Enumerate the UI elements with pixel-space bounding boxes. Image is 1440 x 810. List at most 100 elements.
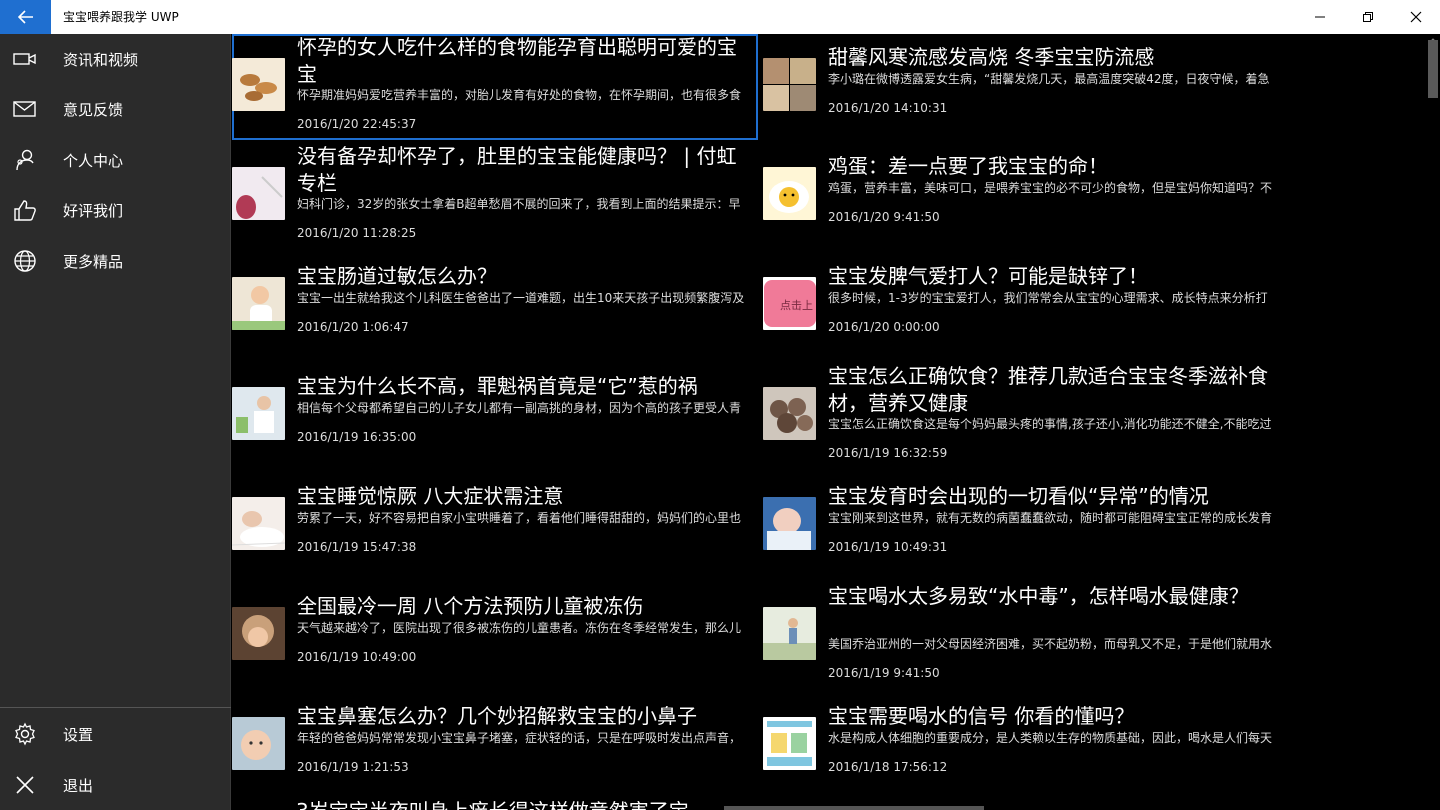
article-card[interactable]: 宝宝为什么长不高，罪魁祸首竟是“它”惹的祸 相信每个父母都希望自己的儿子女儿都有… — [232, 363, 758, 469]
article-title: 宝宝睡觉惊厥 八大症状需注意 — [297, 484, 564, 508]
article-grid: 怀孕的女人吃什么样的食物能孕育出聪明可爱的宝宝 怀孕期准妈妈爱吃营养丰富的，对胎… — [232, 34, 1440, 810]
article-time: 2016/1/19 16:32:59 — [828, 446, 948, 460]
sidebar: 资讯和视频 意见反馈 个人中心 好评我们 更多精品 设置 退出 — [0, 34, 231, 810]
sidebar-item-rate-us[interactable]: 好评我们 — [0, 185, 231, 235]
sidebar-item-settings[interactable]: 设置 — [0, 709, 231, 759]
article-thumbnail — [232, 717, 285, 770]
back-arrow-icon — [17, 10, 33, 24]
article-time: 2016/1/18 17:56:12 — [828, 760, 948, 774]
article-time: 2016/1/20 9:41:50 — [828, 210, 940, 224]
sidebar-item-exit[interactable]: 退出 — [0, 760, 231, 810]
article-summary: 相信每个父母都希望自己的儿子女儿都有一副高挑的身材，因为个高的孩子更受人青 — [297, 401, 742, 415]
article-title: 没有备孕却怀孕了，肚里的宝宝能健康吗？ | 付虹专栏 — [297, 144, 737, 195]
restore-icon — [1363, 12, 1373, 22]
sidebar-item-more-apps[interactable]: 更多精品 — [0, 236, 231, 286]
user-icon — [12, 147, 38, 173]
article-title: 宝宝鼻塞怎么办？几个妙招解救宝宝的小鼻子 — [297, 704, 697, 728]
article-time: 2016/1/20 14:10:31 — [828, 101, 948, 115]
mail-icon — [12, 96, 38, 122]
article-thumbnail — [232, 387, 285, 440]
article-time: 2016/1/20 11:28:25 — [297, 226, 417, 240]
article-title-partial[interactable]: 3岁宝宝半夜叫身上痒长得这样做竟然害了宝 — [296, 798, 716, 810]
article-card[interactable]: 点击上 宝宝发脾气爱打人？可能是缺锌了！ 很多时候，1-3岁的宝宝爱打人，我们常… — [763, 253, 1289, 359]
article-thumbnail — [232, 497, 285, 550]
article-card[interactable]: 宝宝发育时会出现的一切看似“异常”的情况 宝宝刚来到这世界，就有无数的病菌蠢蠢欲… — [763, 473, 1289, 579]
vertical-scrollbar[interactable] — [1426, 34, 1440, 810]
article-title: 宝宝喝水太多易致“水中毒”，怎样喝水最健康？ — [828, 584, 1249, 608]
article-card[interactable]: 宝宝怎么正确饮食？推荐几款适合宝宝冬季滋补食材，营养又健康 宝宝怎么正确饮食这是… — [763, 363, 1289, 469]
minimize-button[interactable] — [1296, 0, 1344, 34]
article-title: 宝宝肠道过敏怎么办？ — [297, 264, 497, 288]
article-card[interactable]: 鸡蛋：差一点要了我宝宝的命！ 鸡蛋，营养丰富，美味可口，是喂养宝宝的必不可少的食… — [763, 143, 1289, 249]
article-card[interactable]: 甜馨风寒流感发高烧 冬季宝宝防流感 李小璐在微博透露爱女生病，“甜馨发烧几天，最… — [763, 34, 1289, 140]
article-thumbnail — [232, 607, 285, 660]
article-title: 宝宝发育时会出现的一切看似“异常”的情况 — [828, 484, 1209, 508]
article-card[interactable]: 宝宝喝水太多易致“水中毒”，怎样喝水最健康？ 美国乔治亚州的一对父母因经济困难，… — [763, 583, 1289, 689]
article-summary: 很多时候，1-3岁的宝宝爱打人，我们常常会从宝宝的心理需求、成长特点来分析打 — [828, 291, 1268, 305]
article-time: 2016/1/20 1:06:47 — [297, 320, 409, 334]
video-camera-icon — [12, 46, 38, 72]
thumbs-up-icon — [12, 197, 38, 223]
article-summary: 宝宝刚来到这世界，就有无数的病菌蠢蠢欲动，随时都可能阻碍宝宝正常的成长发育 — [828, 511, 1273, 525]
article-summary: 劳累了一天，好不容易把自家小宝哄睡着了，看着他们睡得甜甜的，妈妈们的心里也 — [297, 511, 742, 525]
close-icon — [12, 772, 38, 798]
article-time: 2016/1/19 15:47:38 — [297, 540, 417, 554]
sidebar-item-label: 意见反馈 — [63, 100, 124, 119]
scrollbar-thumb[interactable] — [1428, 40, 1438, 98]
globe-icon — [12, 248, 38, 274]
sidebar-item-feedback[interactable]: 意见反馈 — [0, 84, 231, 134]
close-icon — [1410, 11, 1422, 23]
sidebar-item-label: 设置 — [63, 725, 94, 744]
article-card[interactable]: 宝宝鼻塞怎么办？几个妙招解救宝宝的小鼻子 年轻的爸爸妈妈常常发现小宝宝鼻子堵塞，… — [232, 693, 758, 799]
app-title: 宝宝喂养跟我学 UWP — [63, 10, 179, 24]
sidebar-item-news-video[interactable]: 资讯和视频 — [0, 34, 231, 84]
minimize-icon — [1315, 16, 1325, 18]
article-thumbnail: 点击上 — [763, 277, 816, 330]
article-title: 宝宝为什么长不高，罪魁祸首竟是“它”惹的祸 — [297, 374, 698, 398]
article-summary: 年轻的爸爸妈妈常常发现小宝宝鼻子堵塞，症状轻的话，只是在呼吸时发出点声音， — [297, 731, 742, 745]
article-summary: 天气越来越冷了，医院出现了很多被冻伤的儿童患者。冻伤在冬季经常发生，那么儿 — [297, 621, 742, 635]
article-summary: 水是构成人体细胞的重要成分，是人类赖以生存的物质基础，因此，喝水是人们每天 — [828, 731, 1273, 745]
gear-icon — [12, 721, 38, 747]
article-card[interactable]: 宝宝肠道过敏怎么办？ 宝宝一出生就给我这个儿科医生爸爸出了一道难题，出生10来天… — [232, 253, 758, 359]
article-title: 甜馨风寒流感发高烧 冬季宝宝防流感 — [828, 45, 1155, 69]
article-time: 2016/1/19 9:41:50 — [828, 666, 940, 680]
article-thumbnail — [763, 58, 816, 111]
sidebar-item-label: 个人中心 — [63, 151, 124, 170]
article-time: 2016/1/19 10:49:00 — [297, 650, 417, 664]
article-summary: 怀孕期准妈妈爱吃营养丰富的，对胎儿发育有好处的食物，在怀孕期间，也有很多食 — [297, 88, 742, 102]
close-window-button[interactable] — [1392, 0, 1440, 34]
sidebar-item-label: 好评我们 — [63, 201, 124, 220]
article-title: 宝宝需要喝水的信号 你看的懂吗？ — [828, 704, 1135, 728]
article-time: 2016/1/19 10:49:31 — [828, 540, 948, 554]
article-summary: 李小璐在微博透露爱女生病，“甜馨发烧几天，最高温度突破42度，日夜守候，着急 — [828, 72, 1270, 86]
article-summary: 妇科门诊，32岁的张女士拿着B超单愁眉不展的回来了，我看到上面的结果提示：早 — [297, 197, 741, 211]
restore-button[interactable] — [1344, 0, 1392, 34]
back-button[interactable] — [0, 0, 51, 34]
sidebar-divider — [0, 707, 231, 708]
article-summary: 美国乔治亚州的一对父母因经济困难，买不起奶粉，而母乳又不足，于是他们就用水 — [828, 637, 1273, 651]
article-thumbnail — [763, 497, 816, 550]
article-title: 全国最冷一周 八个方法预防儿童被冻伤 — [297, 594, 644, 618]
article-card[interactable]: 全国最冷一周 八个方法预防儿童被冻伤 天气越来越冷了，医院出现了很多被冻伤的儿童… — [232, 583, 758, 689]
horizontal-scroll-indicator — [724, 806, 984, 810]
article-thumbnail — [232, 167, 285, 220]
article-card[interactable]: 没有备孕却怀孕了，肚里的宝宝能健康吗？ | 付虹专栏 妇科门诊，32岁的张女士拿… — [232, 143, 758, 249]
sidebar-item-label: 资讯和视频 — [63, 50, 139, 69]
article-card[interactable]: 宝宝睡觉惊厥 八大症状需注意 劳累了一天，好不容易把自家小宝哄睡着了，看着他们睡… — [232, 473, 758, 579]
article-thumbnail — [763, 387, 816, 440]
article-thumbnail — [763, 717, 816, 770]
article-card[interactable]: 宝宝需要喝水的信号 你看的懂吗？ 水是构成人体细胞的重要成分，是人类赖以生存的物… — [763, 693, 1289, 799]
article-summary: 鸡蛋，营养丰富，美味可口，是喂养宝宝的必不可少的食物，但是宝妈你知道吗？不 — [828, 181, 1273, 195]
article-thumbnail — [763, 607, 816, 660]
article-thumbnail — [232, 277, 285, 330]
sidebar-item-profile[interactable]: 个人中心 — [0, 135, 231, 185]
title-bar: 宝宝喂养跟我学 UWP — [0, 0, 1440, 34]
article-time: 2016/1/20 0:00:00 — [828, 320, 940, 334]
article-time: 2016/1/19 16:35:00 — [297, 430, 417, 444]
article-summary: 宝宝怎么正确饮食这是每个妈妈最头疼的事情,孩子还小,消化功能还不健全,不能吃过 — [828, 417, 1272, 431]
article-card[interactable]: 怀孕的女人吃什么样的食物能孕育出聪明可爱的宝宝 怀孕期准妈妈爱吃营养丰富的，对胎… — [232, 34, 758, 140]
article-thumbnail — [232, 58, 285, 111]
article-title: 宝宝怎么正确饮食？推荐几款适合宝宝冬季滋补食材，营养又健康 — [828, 364, 1268, 415]
sidebar-item-label: 退出 — [63, 776, 94, 795]
